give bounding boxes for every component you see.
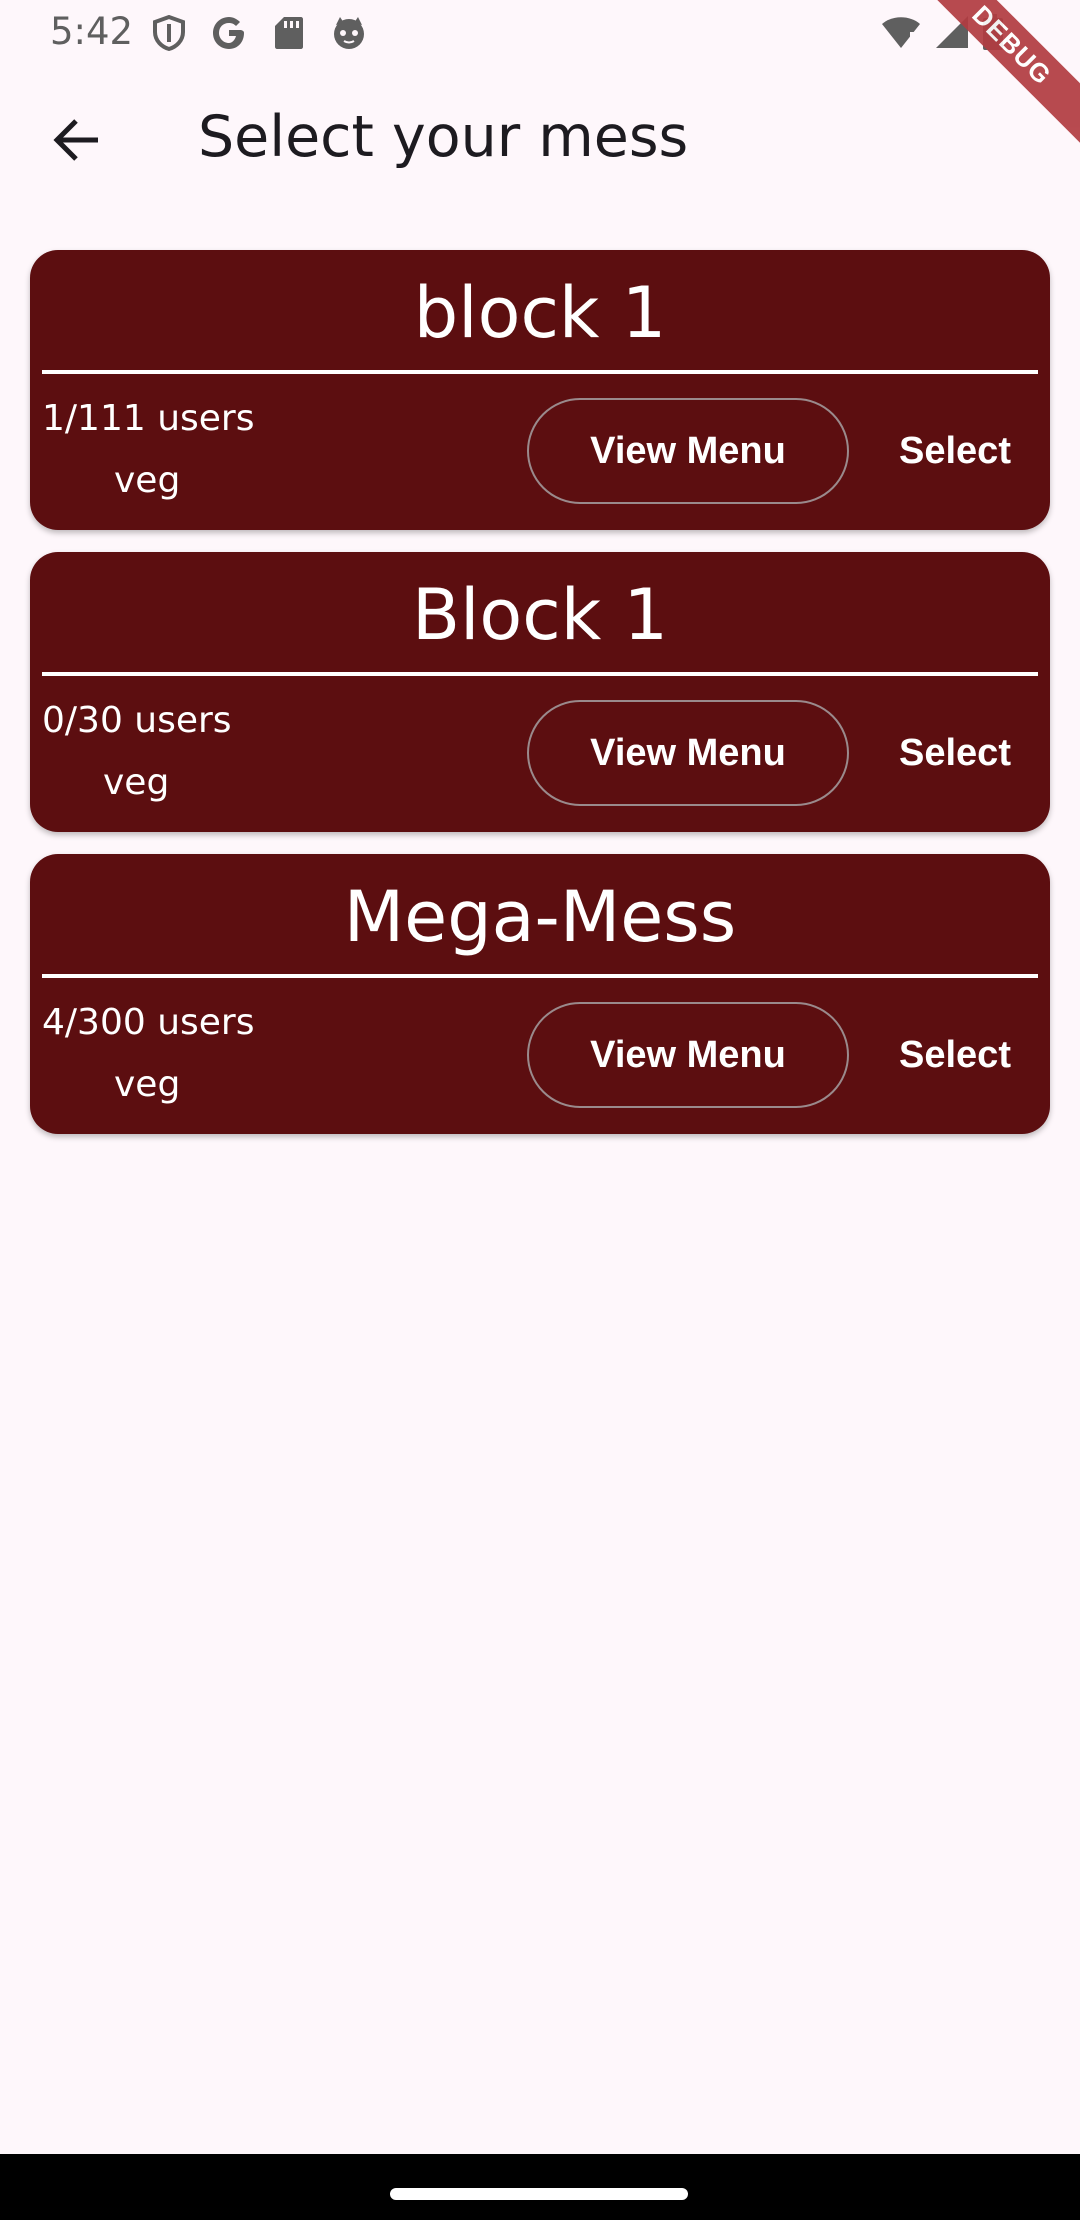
- mess-name: Mega-Mess: [343, 876, 737, 958]
- mess-list: block 1 1/111 users veg View Menu Select…: [30, 250, 1050, 1156]
- mess-type: veg: [114, 460, 181, 501]
- mess-name: block 1: [413, 272, 667, 354]
- card-divider: [42, 672, 1038, 676]
- select-button[interactable]: Select: [880, 398, 1030, 504]
- home-indicator[interactable]: [390, 2188, 688, 2200]
- mess-card: Block 1 0/30 users veg View Menu Select: [30, 552, 1050, 832]
- status-time: 5:42: [50, 10, 134, 53]
- cat-face-icon: [330, 14, 368, 52]
- status-icons-left: [150, 14, 368, 52]
- status-bar: 5:42 DEBUG: [0, 0, 1080, 145]
- app-bar: Select your mess: [0, 70, 1080, 214]
- mess-card: Mega-Mess 4/300 users veg View Menu Sele…: [30, 854, 1050, 1134]
- page-title: Select your mess: [198, 104, 689, 170]
- mess-type: veg: [103, 762, 170, 803]
- users-count: 1/111 users: [42, 398, 255, 439]
- users-count: 4/300 users: [42, 1002, 255, 1043]
- screen: 5:42 DEBUG Select your mess block 1 1/11…: [0, 0, 1080, 2220]
- back-button[interactable]: [42, 107, 112, 177]
- navigation-bar: [0, 2154, 1080, 2220]
- card-divider: [42, 974, 1038, 978]
- shield-icon: [150, 14, 188, 52]
- card-divider: [42, 370, 1038, 374]
- view-menu-button[interactable]: View Menu: [527, 398, 849, 504]
- view-menu-button[interactable]: View Menu: [527, 1002, 849, 1108]
- mess-card: block 1 1/111 users veg View Menu Select: [30, 250, 1050, 530]
- mess-name: Block 1: [411, 574, 669, 656]
- mess-type: veg: [114, 1064, 181, 1105]
- view-menu-button[interactable]: View Menu: [527, 700, 849, 806]
- sd-card-icon: [270, 14, 308, 52]
- select-button[interactable]: Select: [880, 700, 1030, 806]
- select-button[interactable]: Select: [880, 1002, 1030, 1108]
- users-count: 0/30 users: [42, 700, 232, 741]
- wifi-alert-icon: [880, 14, 922, 55]
- google-icon: [210, 14, 248, 52]
- arrow-left-icon: [52, 117, 102, 168]
